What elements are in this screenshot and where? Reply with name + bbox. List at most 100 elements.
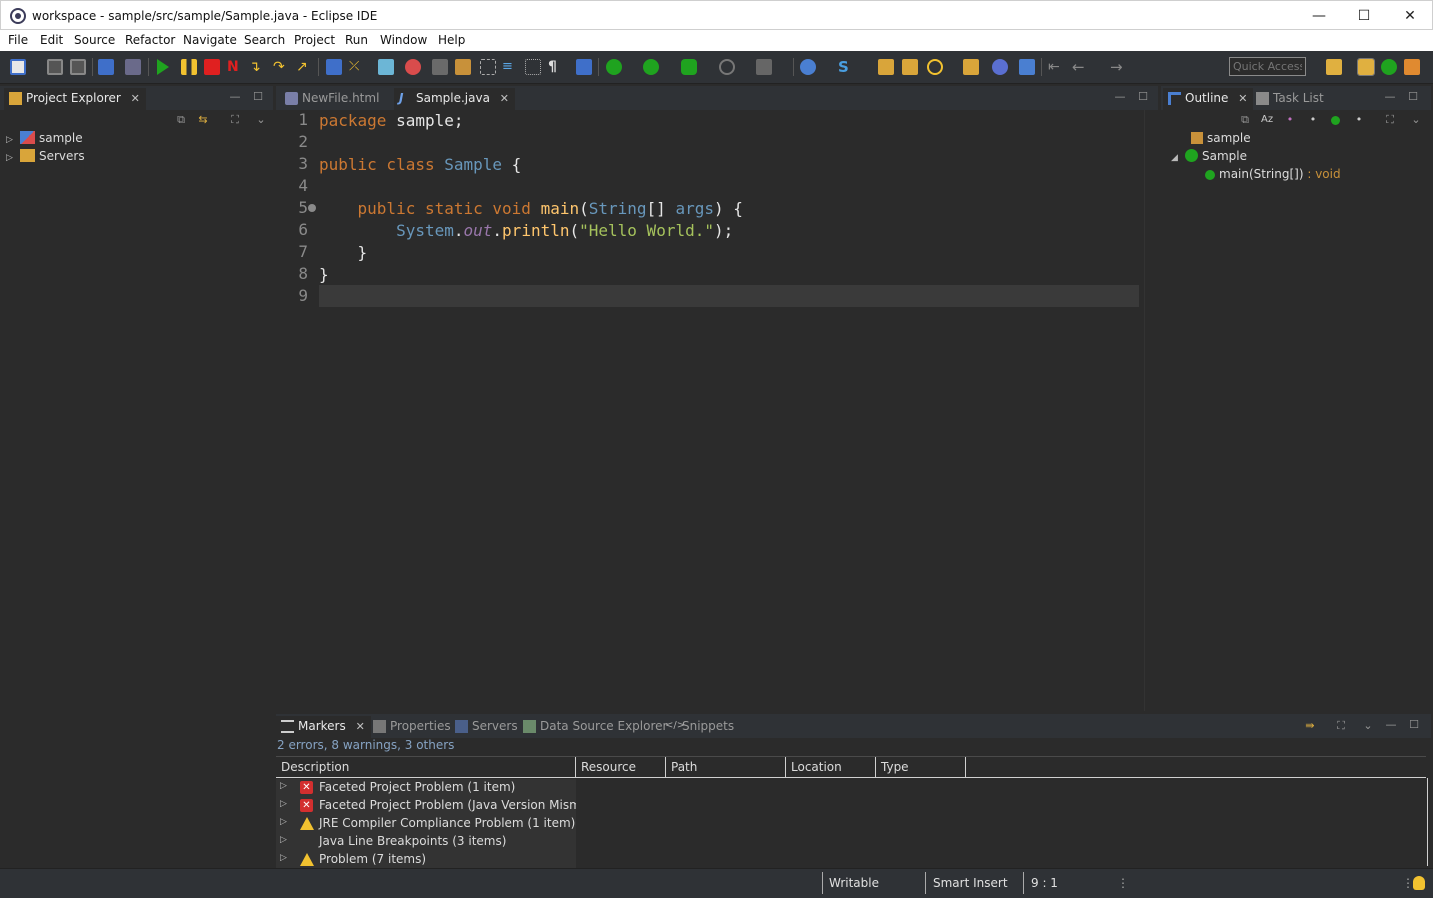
menu-edit[interactable]: Edit: [40, 33, 63, 47]
new-java-class-icon[interactable]: S: [838, 59, 854, 75]
open-resource-icon[interactable]: [963, 59, 979, 75]
tab-task-list[interactable]: Task List: [1251, 88, 1330, 110]
link-with-editor-icon[interactable]: ⇆: [197, 114, 209, 126]
java-perspective-icon[interactable]: [1404, 59, 1420, 75]
column-description[interactable]: Description: [276, 757, 576, 778]
table-row[interactable]: ▷ Java Line Breakpoints (3 items): [276, 833, 576, 851]
filter-icon[interactable]: ⇛: [1304, 720, 1316, 732]
debug-perspective-icon[interactable]: [1381, 59, 1397, 75]
close-tab-icon[interactable]: ✕: [500, 92, 509, 105]
editor-scrollbar[interactable]: [1144, 110, 1158, 711]
disconnect-icon[interactable]: N: [227, 59, 243, 75]
close-window-button[interactable]: ✕: [1387, 1, 1433, 31]
tree-item-servers[interactable]: ▷ Servers: [6, 149, 85, 167]
status-cursor-position[interactable]: 9 : 1: [1031, 876, 1058, 890]
outline-class[interactable]: ◢ Sample: [1171, 149, 1247, 167]
step-return-icon[interactable]: ↗: [296, 59, 312, 75]
step-over-icon[interactable]: ↷: [273, 59, 289, 75]
save-icon[interactable]: [47, 59, 63, 75]
collapse-all-icon[interactable]: ⧉: [175, 114, 187, 126]
menu-file[interactable]: File: [8, 33, 28, 47]
fold-toggle-icon[interactable]: [308, 204, 316, 212]
last-edit-location-icon[interactable]: ⇤: [1048, 59, 1064, 75]
open-type-icon[interactable]: [378, 59, 394, 75]
hide-local-types-icon[interactable]: •: [1353, 114, 1365, 126]
run-icon[interactable]: [643, 59, 659, 75]
close-tab-icon[interactable]: ✕: [1238, 92, 1247, 105]
view-menu-icon[interactable]: ⌄: [1410, 114, 1422, 126]
web-browser-icon[interactable]: [992, 59, 1008, 75]
menu-project[interactable]: Project: [294, 33, 335, 47]
open-perspective-icon[interactable]: [1326, 59, 1342, 75]
expand-arrow-icon[interactable]: ▷: [280, 853, 287, 863]
minimize-icon[interactable]: —: [1384, 91, 1396, 103]
hide-static-icon[interactable]: •: [1307, 114, 1319, 126]
minimize-button[interactable]: —: [1296, 1, 1342, 31]
hide-fields-icon[interactable]: •: [1284, 114, 1296, 126]
menu-help[interactable]: Help: [438, 33, 465, 47]
resume-icon[interactable]: [157, 59, 169, 75]
close-tab-icon[interactable]: ✕: [356, 720, 365, 733]
minimize-icon[interactable]: —: [229, 91, 241, 103]
menu-refactor[interactable]: Refactor: [125, 33, 175, 47]
focus-icon[interactable]: ⛶: [229, 114, 241, 126]
collapse-all-icon[interactable]: ⧉: [1239, 114, 1251, 126]
expand-arrow-icon[interactable]: ▷: [6, 153, 16, 163]
new-java-package-icon[interactable]: [800, 59, 816, 75]
menu-navigate[interactable]: Navigate: [183, 33, 237, 47]
debug-icon[interactable]: [606, 59, 622, 75]
tab-properties[interactable]: Properties: [368, 716, 457, 738]
tab-project-explorer[interactable]: Project Explorer ✕: [4, 88, 146, 110]
table-row[interactable]: ▷ ✕ Faceted Project Problem (Java Versio…: [276, 797, 576, 815]
servers-icon[interactable]: [1019, 59, 1035, 75]
hide-non-public-icon[interactable]: [1331, 116, 1340, 125]
java-ee-perspective-icon[interactable]: [1357, 58, 1375, 76]
markers-scrollbar[interactable]: [1427, 778, 1428, 866]
external-tools-icon[interactable]: [756, 59, 772, 75]
expand-arrow-icon[interactable]: ▷: [280, 781, 287, 791]
suspend-icon[interactable]: [181, 59, 197, 75]
save-all-icon[interactable]: [70, 59, 86, 75]
expand-arrow-icon[interactable]: ▷: [280, 817, 287, 827]
focus-icon[interactable]: ⛶: [1384, 114, 1396, 126]
outline-method[interactable]: main(String[]) : void: [1201, 167, 1341, 185]
tab-markers[interactable]: Markers ✕: [276, 716, 371, 738]
tip-lightbulb-icon[interactable]: [1413, 876, 1425, 890]
terminate-icon[interactable]: [204, 59, 220, 75]
tab-sample-java[interactable]: J Sample.java ✕: [394, 88, 515, 110]
step-into-icon[interactable]: ↴: [249, 59, 265, 75]
minimize-icon[interactable]: —: [1385, 719, 1397, 731]
menu-run[interactable]: Run: [345, 33, 368, 47]
view-menu-icon[interactable]: ⌄: [255, 114, 267, 126]
word-wrap-icon[interactable]: ≡: [502, 59, 518, 75]
table-row[interactable]: ▷ Problem (7 items): [276, 851, 576, 869]
tab-newfile-html[interactable]: NewFile.html: [280, 88, 385, 110]
close-tab-icon[interactable]: ✕: [131, 92, 140, 105]
tab-data-source-explorer[interactable]: Data Source Explorer: [518, 716, 673, 738]
maximize-icon[interactable]: ☐: [252, 91, 264, 103]
collapse-arrow-icon[interactable]: ◢: [1171, 153, 1181, 163]
skip-breakpoints-icon[interactable]: [125, 59, 141, 75]
toggle-mark-occurrences-icon[interactable]: [455, 59, 471, 75]
run-last-tool-icon[interactable]: [681, 59, 697, 75]
maximize-icon[interactable]: ☐: [1407, 91, 1419, 103]
new-java-project-icon[interactable]: [576, 59, 592, 75]
coverage-icon[interactable]: [719, 59, 735, 75]
search-icon[interactable]: [927, 59, 943, 75]
status-insert-mode[interactable]: Smart Insert: [933, 876, 1008, 890]
code-editor[interactable]: 1 2 3 4 5 6 7 8 9 package sample; public…: [276, 110, 1158, 711]
next-annotation-icon[interactable]: [432, 59, 448, 75]
forward-arrow-icon[interactable]: →: [1110, 59, 1126, 75]
view-menu-icon[interactable]: ⌄: [1362, 720, 1374, 732]
drop-to-frame-icon[interactable]: [326, 59, 342, 75]
show-whitespace-icon[interactable]: [525, 59, 541, 75]
outline-package[interactable]: sample: [1187, 131, 1251, 149]
menu-search[interactable]: Search: [244, 33, 285, 47]
maximize-icon[interactable]: ☐: [1408, 719, 1420, 731]
tab-outline[interactable]: Outline ✕: [1163, 88, 1254, 110]
open-console-icon[interactable]: [98, 59, 114, 75]
expand-arrow-icon[interactable]: ▷: [6, 135, 16, 145]
menu-window[interactable]: Window: [380, 33, 427, 47]
sort-icon[interactable]: Az: [1261, 114, 1273, 126]
toggle-block-selection-icon[interactable]: [480, 59, 496, 75]
